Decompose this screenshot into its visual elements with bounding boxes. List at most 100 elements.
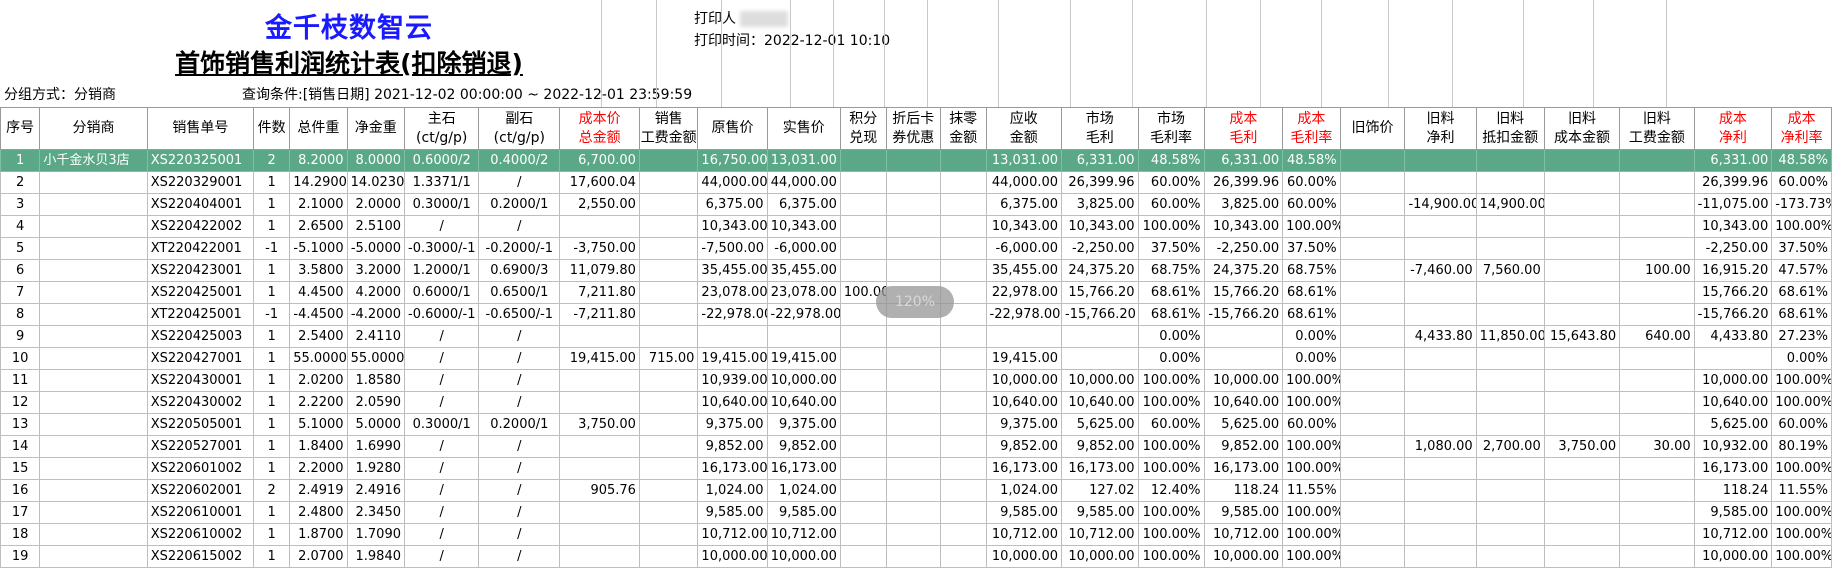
table-cell: 19,415.00 — [766, 347, 841, 370]
header-gridline — [790, 0, 791, 107]
table-cell: 0.6000/1 — [403, 281, 480, 304]
column-header[interactable]: 主石 (ct/g/p) — [403, 107, 480, 150]
table-cell: 715.00 — [638, 347, 699, 370]
table-cell — [638, 303, 699, 326]
column-header[interactable]: 旧料 抵扣金额 — [1475, 107, 1545, 150]
table-cell: 3,825.00 — [1203, 193, 1284, 216]
table-cell — [939, 501, 987, 524]
column-header[interactable]: 净金重 — [346, 107, 406, 150]
column-header[interactable]: 旧料 成本金额 — [1543, 107, 1621, 150]
table-row[interactable]: 17 XS220610001 1 2.4800 2.3450//9,585.00 9,58… — [0, 501, 1832, 524]
table-row[interactable]: 2 XS220329001 1 14.2900 14.0230 1.3371/1/17,6… — [0, 171, 1832, 194]
table-row[interactable]: 10 XS220427001 1 55.0000 55.0000//19,415.00 7… — [0, 347, 1832, 370]
column-header[interactable]: 成本 净利率 — [1771, 107, 1832, 150]
table-cell — [39, 457, 148, 480]
table-row[interactable]: 15 XS220601002 1 2.2000 1.9280//16,173.00 16,… — [0, 457, 1832, 480]
table-cell: XS220329001 — [146, 171, 255, 194]
table-row[interactable]: 5 XT220422001 -1 -5.1000 -5.0000 -0.3000/-1 -0… — [0, 237, 1832, 260]
column-header[interactable]: 分销商 — [39, 107, 148, 150]
column-header[interactable]: 件数 — [253, 107, 291, 150]
header-gridline — [1260, 0, 1261, 107]
table-cell — [559, 457, 640, 480]
column-header[interactable]: 成本 毛利率 — [1282, 107, 1341, 150]
table-cell: 10,343.00 — [1203, 215, 1284, 238]
table-cell: / — [403, 369, 480, 392]
column-header[interactable]: 原售价 — [697, 107, 768, 150]
column-header[interactable]: 副石 (ct/g/p) — [478, 107, 561, 150]
table-cell: -22,978.00 — [766, 303, 841, 326]
table-row[interactable]: 19 XS220615002 1 2.0700 1.9840//10,000.00 10,… — [0, 545, 1832, 568]
table-cell: / — [403, 457, 480, 480]
table-cell — [1339, 193, 1406, 216]
table-cell: 10,932.00 — [1693, 435, 1773, 458]
table-cell: / — [403, 545, 480, 568]
table-cell: 19,415.00 — [985, 347, 1063, 370]
table-cell: / — [478, 347, 561, 370]
table-cell — [39, 303, 148, 326]
column-header[interactable]: 序号 — [0, 107, 41, 150]
column-header[interactable]: 抹零 金额 — [939, 107, 987, 150]
table-row[interactable]: 13 XS220505001 1 5.1000 5.0000 0.3000/1 0.2000… — [0, 413, 1832, 436]
column-header[interactable]: 成本 毛利 — [1203, 107, 1284, 150]
table-row[interactable]: 1 小千金水贝3店 XS220325001 2 8.2000 8.0000 0.6000/2… — [0, 149, 1832, 172]
table-cell — [939, 479, 987, 502]
table-row[interactable]: 6 XS220423001 1 3.5800 3.2000 1.2000/1 0.6900/… — [0, 259, 1832, 282]
column-header-line1: 分销商 — [72, 120, 115, 136]
column-header[interactable]: 旧料 净利 — [1404, 107, 1477, 150]
table-cell: -0.6000/-1 — [403, 303, 480, 326]
column-header[interactable]: 旧料 工费金额 — [1619, 107, 1695, 150]
table-row[interactable]: 9 XS220425003 1 2.5400 2.4110//0.00% 0.00% 4,4… — [0, 325, 1832, 348]
table-cell — [1543, 303, 1621, 326]
table-cell: 9,585.00 — [985, 501, 1063, 524]
column-header[interactable]: 销售单号 — [146, 107, 255, 150]
table-cell — [885, 347, 941, 370]
table-cell: 9,852.00 — [697, 435, 768, 458]
column-header[interactable]: 成本价 总金额 — [559, 107, 640, 150]
table-cell — [839, 369, 887, 392]
table-cell — [1475, 281, 1545, 304]
table-cell: 37.50% — [1282, 237, 1341, 260]
table-cell: 6,375.00 — [766, 193, 841, 216]
table-cell — [939, 149, 987, 172]
table-row[interactable]: 11 XS220430001 1 2.0200 1.8580//10,939.00 10,… — [0, 369, 1832, 392]
table-cell: -1 — [253, 237, 291, 260]
column-header[interactable]: 市场 毛利 — [1061, 107, 1139, 150]
table-row[interactable]: 14 XS220527001 1 1.8400 1.6990//9,852.00 9,85… — [0, 435, 1832, 458]
table-row[interactable]: 18 XS220610002 1 1.8700 1.7090//10,712.00 10,… — [0, 523, 1832, 546]
table-cell: 13,031.00 — [985, 149, 1063, 172]
table-cell: 2.3450 — [346, 501, 406, 524]
column-header[interactable]: 总件重 — [289, 107, 348, 150]
table-cell — [939, 193, 987, 216]
table-cell — [1339, 215, 1406, 238]
table-cell — [1339, 523, 1406, 546]
table-cell: 2.2000 — [289, 457, 348, 480]
table-cell — [638, 413, 699, 436]
table-cell: 640.00 — [1619, 325, 1695, 348]
column-header[interactable]: 折后卡 券优惠 — [885, 107, 941, 150]
table-cell — [1339, 281, 1406, 304]
table-cell: 100.00% — [1282, 215, 1341, 238]
column-header[interactable]: 成本 净利 — [1693, 107, 1773, 150]
column-header[interactable]: 积分 兑现 — [839, 107, 887, 150]
header-gridline — [833, 0, 834, 107]
column-header[interactable]: 实售价 — [766, 107, 841, 150]
table-cell — [1339, 237, 1406, 260]
table-cell: 2.5100 — [346, 215, 406, 238]
column-header[interactable]: 销售 工费金额 — [638, 107, 699, 150]
column-header[interactable]: 应收 金额 — [985, 107, 1063, 150]
table-cell: 10,343.00 — [985, 215, 1063, 238]
table-cell: 小千金水贝3店 — [39, 149, 148, 172]
table-row[interactable]: 16 XS220602001 2 2.4919 2.4916//905.76 1,024.… — [0, 479, 1832, 502]
table-cell: 0.6000/2 — [403, 149, 480, 172]
table-cell — [559, 369, 640, 392]
column-header[interactable]: 市场 毛利率 — [1137, 107, 1205, 150]
column-header[interactable]: 旧饰价 — [1339, 107, 1406, 150]
table-row[interactable]: 3 XS220404001 1 2.1000 2.0000 0.3000/1 0.2000/… — [0, 193, 1832, 216]
table-cell — [885, 325, 941, 348]
table-row[interactable]: 12 XS220430002 1 2.2200 2.0590//10,640.00 10,… — [0, 391, 1832, 414]
table-cell: 26,399.96 — [1203, 171, 1284, 194]
table-row[interactable]: 4 XS220422002 1 2.6500 2.5100//10,343.00 10,3… — [0, 215, 1832, 238]
table-cell — [39, 171, 148, 194]
table-cell: -11,075.00 — [1693, 193, 1773, 216]
table-cell — [1619, 391, 1695, 414]
